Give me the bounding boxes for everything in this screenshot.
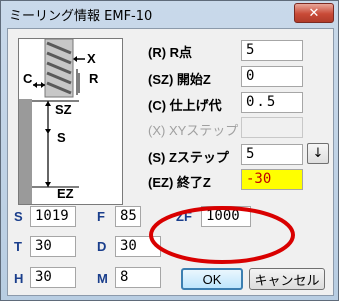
title-bar[interactable]: ミーリング情報 EMF-10 ✕ [1,1,338,27]
f-field[interactable]: 85 [115,206,141,227]
end-mill-diagram-icon [19,38,85,204]
diagram-label-r: R [89,71,99,86]
label-d: D [97,239,107,254]
start-z-field[interactable]: 0 [241,66,303,87]
finish-allowance-field[interactable]: 0.5 [241,92,303,113]
diagram-label-ez: EZ [57,186,74,201]
z-step-field[interactable]: 5 [241,144,303,165]
xy-step-field [241,117,303,138]
diagram-label-sz: SZ [55,102,72,117]
label-end-z: (EZ) 終了Z [148,175,211,190]
r-point-field[interactable]: 5 [241,40,303,61]
label-h: H [14,271,24,286]
workpiece-wall [19,99,32,204]
arrow-down-icon: ↓ [312,146,324,161]
diagram-label-c: C [23,71,33,86]
milling-diagram: X R C SZ S EZ [18,38,123,205]
m-field[interactable]: 8 [115,267,161,288]
ok-button[interactable]: OK [181,268,243,290]
annotation-ellipse-icon [149,206,295,264]
window-title: ミーリング情報 EMF-10 [9,9,153,24]
diagram-label-x: X [87,51,96,66]
label-xy-step: (X) XYステップ [148,123,239,138]
cancel-button[interactable]: キャンセル [249,268,325,290]
s-field[interactable]: 1019 [30,206,76,227]
label-t: T [14,239,22,254]
label-r-point: (R) R点 [148,45,193,60]
close-button[interactable]: ✕ [294,3,334,23]
label-finish-allowance: (C) 仕上げ代 [148,98,222,113]
close-icon: ✕ [308,5,320,21]
label-m: M [97,271,108,286]
dialog-client-area: X R C SZ S EZ (R) R点 5 (SZ) 開始Z 0 (C) 仕上… [7,28,334,296]
dialog-window: ミーリング情報 EMF-10 ✕ X R C SZ S EZ (R) R点 5 … [0,0,339,301]
t-field[interactable]: 30 [30,236,76,257]
label-start-z: (SZ) 開始Z [148,72,211,87]
z-step-down-button[interactable]: ↓ [307,143,329,164]
diagram-label-s: S [57,130,66,145]
end-z-field[interactable]: -30 [241,169,303,190]
label-z-step: (S) Zステップ [148,150,229,165]
label-f: F [97,209,105,224]
label-s: S [14,209,23,224]
h-field[interactable]: 30 [30,267,76,288]
